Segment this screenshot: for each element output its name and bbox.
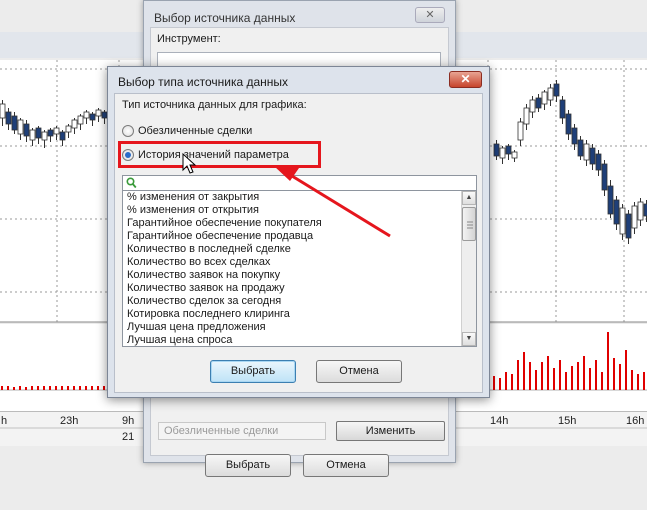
select-button[interactable]: Выбрать: [205, 454, 291, 477]
scroll-up-icon[interactable]: ▲: [462, 191, 476, 205]
time-label: 16h: [626, 415, 645, 427]
candle-body: [41, 131, 48, 141]
list-item[interactable]: Количество сделок за сегодня: [123, 295, 476, 308]
candle-body: [65, 125, 72, 133]
candle-body: [547, 87, 554, 101]
source-type-field: Обезличенные сделки: [158, 422, 326, 440]
parameter-search-input[interactable]: [122, 175, 477, 191]
candle-body: [95, 109, 102, 117]
dialog-body: Тип источника данных для графика: Обезли…: [114, 93, 483, 393]
dialog-title: Выбор типа источника данных: [118, 75, 289, 89]
radio-circle[interactable]: [122, 125, 134, 137]
data-source-type-dialog: Выбор типа источника данных ✕ Тип источн…: [107, 66, 490, 398]
candle-body: [83, 111, 90, 119]
time-label: 14h: [490, 415, 509, 427]
candle-body: [571, 127, 578, 145]
list-item[interactable]: Лучшая цена предложения: [123, 321, 476, 334]
list-item[interactable]: Количество в последней сделке: [123, 243, 476, 256]
candle-body: [637, 201, 644, 221]
time-label: 9h: [122, 415, 135, 427]
parameter-list[interactable]: % изменения от закрытия% изменения от от…: [122, 190, 477, 347]
candle-body: [0, 103, 6, 119]
close-button[interactable]: ✕: [449, 71, 482, 88]
list-item[interactable]: Лучшая цена спроса: [123, 334, 476, 346]
candle-body: [499, 147, 506, 159]
list-item[interactable]: % изменения от закрытия: [123, 191, 476, 204]
candle-body: [5, 111, 12, 125]
candle-body: [53, 127, 60, 135]
candle-body: [89, 113, 96, 121]
candle-body: [71, 119, 78, 129]
time-label: 23h: [60, 415, 79, 427]
select-button[interactable]: Выбрать: [210, 360, 296, 383]
candle-body: [29, 129, 36, 141]
candle-body: [601, 163, 608, 191]
candle-body: [625, 213, 632, 239]
source-type-label: Тип источника данных для графика:: [122, 99, 307, 111]
instrument-label: Инструмент:: [157, 33, 221, 45]
candle-body: [535, 97, 542, 109]
list-item[interactable]: Количество заявок на продажу: [123, 282, 476, 295]
close-button[interactable]: ✕: [415, 7, 445, 23]
candle-body: [541, 91, 548, 105]
list-item[interactable]: Количество во всех сделках: [123, 256, 476, 269]
list-item[interactable]: Гарантийное обеспечение продавца: [123, 230, 476, 243]
candle-body: [631, 205, 638, 229]
time-label: 15h: [558, 415, 577, 427]
candle-body: [523, 107, 530, 125]
highlight-annotation-box: [118, 141, 321, 168]
candle-body: [565, 113, 572, 135]
candle-body: [613, 199, 620, 225]
candle-body: [583, 143, 590, 161]
grip-icon: [467, 221, 473, 229]
cancel-button[interactable]: Отмена: [303, 454, 389, 477]
candle-body: [595, 153, 602, 171]
candle-body: [47, 129, 54, 137]
candle-body: [11, 115, 18, 131]
candle-body: [511, 151, 518, 159]
list-item[interactable]: Гарантийное обеспечение покупателя: [123, 217, 476, 230]
candle-body: [17, 119, 24, 135]
candle-body: [559, 99, 566, 119]
cancel-button[interactable]: Отмена: [316, 360, 402, 383]
search-icon: [126, 177, 137, 189]
list-item[interactable]: % изменения от открытия: [123, 204, 476, 217]
candle-body: [577, 139, 584, 157]
list-item[interactable]: Количество заявок на покупку: [123, 269, 476, 282]
list-item[interactable]: Котировка последнего клиринга: [123, 308, 476, 321]
scroll-down-icon[interactable]: ▼: [462, 332, 476, 346]
candle-body: [589, 147, 596, 165]
candle-body: [77, 115, 84, 125]
scroll-thumb[interactable]: [462, 207, 476, 241]
candle-body: [505, 145, 512, 155]
candle-body: [607, 185, 614, 215]
candle-body: [517, 121, 524, 141]
candle-body: [493, 143, 500, 157]
candle-body: [619, 207, 626, 235]
radio-label: Обезличенные сделки: [138, 125, 253, 137]
radio-anonymous-trades[interactable]: Обезличенные сделки: [122, 125, 252, 137]
candle-body: [553, 83, 560, 97]
candle-body: [59, 131, 66, 141]
time-label: h: [1, 415, 8, 427]
candle-body: [23, 123, 30, 137]
candle-body: [529, 99, 536, 113]
change-button[interactable]: Изменить: [336, 421, 445, 441]
list-scrollbar[interactable]: ▲ ▼: [461, 191, 476, 346]
date-label: 21: [122, 431, 135, 443]
candle-body: [35, 127, 42, 139]
dialog-title: Выбор источника данных: [154, 11, 296, 25]
